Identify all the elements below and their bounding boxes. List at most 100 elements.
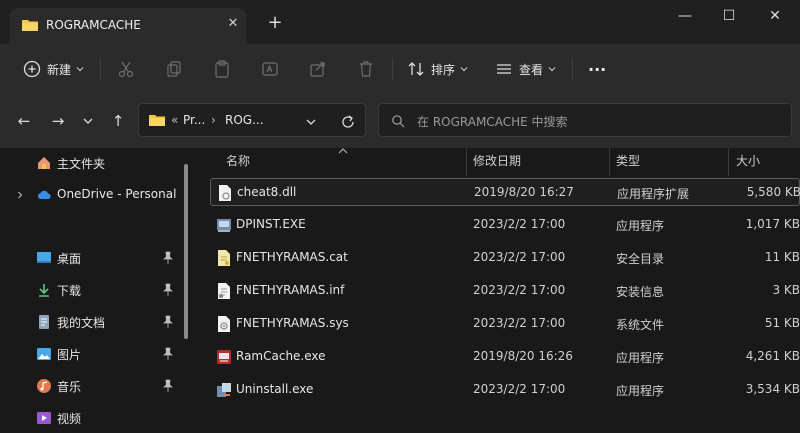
cloud-icon [37, 190, 51, 199]
close-window-button[interactable]: ✕ [760, 6, 790, 26]
file-date: 2019/8/20 16:26 [473, 349, 573, 363]
minimize-button[interactable]: — [670, 6, 700, 26]
maximize-button[interactable]: ☐ [714, 6, 744, 26]
file-row[interactable]: FNETHYRAMAS.inf 2023/2/2 17:00 安装信息 3 KB [210, 277, 800, 305]
file-row[interactable]: cheat8.dll 2019/8/20 16:27 应用程序扩展 5,580 … [210, 178, 800, 206]
column-header-type[interactable]: 类型 [616, 152, 640, 169]
address-bar[interactable]: « Pr... › ROG... [138, 103, 366, 137]
file-row[interactable]: DPINST.EXE 2023/2/2 17:00 应用程序 1,017 KB [210, 211, 800, 239]
file-size: 3 KB [772, 283, 800, 297]
back-arrow-icon[interactable]: ← [14, 111, 34, 131]
pin-icon[interactable] [162, 315, 174, 329]
new-tab-button[interactable]: + [266, 14, 284, 32]
file-date: 2019/8/20 16:27 [474, 185, 574, 199]
search-icon [392, 115, 405, 128]
file-name: cheat8.dll [237, 185, 297, 199]
sidebar-item-label: 音乐 [57, 380, 82, 394]
sidebar-item-home[interactable]: 主文件夹 [0, 148, 180, 178]
search-input[interactable]: 在 ROGRAMCACHE 中搜索 [378, 103, 792, 137]
tab-close-button[interactable]: ✕ [224, 15, 242, 33]
document-icon [39, 315, 49, 329]
recent-chevron-icon[interactable] [82, 116, 94, 126]
sidebar-item-label: 桌面 [57, 252, 82, 266]
file-date: 2023/2/2 17:00 [473, 316, 566, 330]
pin-icon[interactable] [162, 379, 174, 393]
toolbar-divider [572, 58, 573, 80]
sidebar-item-label: 下载 [57, 284, 82, 298]
chevron-right-icon[interactable] [16, 191, 24, 199]
sidebar-scrollbar[interactable] [184, 164, 188, 339]
file-row[interactable]: Uninstall.exe 2023/2/2 17:00 应用程序 3,534 … [210, 376, 800, 404]
file-type: 安装信息 [616, 285, 665, 299]
file-type: 应用程序 [616, 219, 665, 233]
folder-icon [22, 20, 38, 31]
file-type: 系统文件 [616, 318, 665, 332]
file-type: 应用程序扩展 [617, 187, 690, 201]
sys-icon [218, 316, 230, 332]
column-header-date[interactable]: 修改日期 [473, 152, 521, 169]
file-size: 51 KB [764, 316, 800, 330]
command-bar: 新建 排序 查看 ··· [0, 44, 800, 94]
column-divider[interactable] [466, 148, 467, 176]
file-row[interactable]: FNETHYRAMAS.cat 2023/2/2 17:00 安全目录 11 K… [210, 244, 800, 272]
column-divider[interactable] [728, 148, 729, 176]
refresh-icon[interactable] [340, 114, 356, 130]
sidebar-item-desktop[interactable]: 桌面 [0, 243, 180, 273]
video-icon [37, 412, 51, 424]
sidebar-item-videos[interactable]: 视频 [0, 403, 180, 433]
file-list: 名称 修改日期 类型 大小 cheat8.dll 2019/8/20 16:27… [194, 148, 800, 419]
file-name: RamCache.exe [236, 349, 326, 363]
pin-icon[interactable] [162, 283, 174, 297]
file-row[interactable]: FNETHYRAMAS.sys 2023/2/2 17:00 系统文件 51 K… [210, 310, 800, 338]
file-size: 11 KB [764, 250, 800, 264]
chevron-down-icon[interactable] [305, 117, 317, 127]
column-header-size[interactable]: 大小 [736, 152, 760, 169]
pin-icon[interactable] [162, 347, 174, 361]
sidebar-item-music[interactable]: 音乐 [0, 371, 180, 401]
delete-icon[interactable] [356, 59, 376, 79]
view-button[interactable]: 查看 [494, 56, 556, 82]
breadcrumb-segment[interactable]: Pr... [183, 113, 205, 127]
sidebar-item-onedrive[interactable]: OneDrive - Personal [0, 180, 180, 210]
column-divider[interactable] [609, 148, 610, 176]
sort-button[interactable]: 排序 [406, 56, 468, 82]
file-name: FNETHYRAMAS.sys [236, 316, 349, 330]
window-tab[interactable]: ROGRAMCACHE ✕ [10, 8, 246, 44]
column-header-name[interactable]: 名称 [226, 152, 250, 169]
copy-icon[interactable] [164, 59, 184, 79]
up-arrow-icon[interactable]: ↑ [108, 111, 128, 131]
cut-icon[interactable] [116, 59, 136, 79]
toolbar-divider [392, 58, 393, 80]
more-options-button[interactable]: ··· [588, 56, 606, 82]
address-overflow[interactable]: « [171, 113, 178, 127]
cat-icon [218, 250, 230, 266]
file-name: Uninstall.exe [236, 382, 314, 396]
sidebar-item-label: 图片 [57, 348, 82, 362]
file-date: 2023/2/2 17:00 [473, 382, 566, 396]
music-icon [37, 379, 51, 393]
ramcache-icon [217, 350, 231, 364]
view-list-icon [497, 64, 511, 74]
sidebar-item-pictures[interactable]: 图片 [0, 339, 180, 369]
sidebar-item-label: 我的文档 [57, 316, 106, 330]
sidebar-item-label: OneDrive - Personal [57, 187, 177, 201]
home-icon [38, 157, 50, 169]
sidebar-item-downloads[interactable]: 下载 [0, 275, 180, 305]
share-icon[interactable] [308, 59, 328, 79]
navigation-pane: 主文件夹 OneDrive - Personal 桌面 下载 我的文档 图片 音… [0, 148, 190, 426]
forward-arrow-icon[interactable]: → [48, 111, 68, 131]
file-row[interactable]: RamCache.exe 2019/8/20 16:26 应用程序 4,261 … [210, 343, 800, 371]
file-type: 安全目录 [616, 252, 665, 266]
rename-icon[interactable] [260, 59, 280, 79]
new-button[interactable]: 新建 [22, 56, 84, 82]
title-bar: ROGRAMCACHE ✕ + — ☐ ✕ [0, 0, 800, 44]
file-name: FNETHYRAMAS.inf [236, 283, 345, 297]
sidebar-item-documents[interactable]: 我的文档 [0, 307, 180, 337]
breadcrumb-segment[interactable]: ROG... [225, 113, 264, 127]
pin-icon[interactable] [162, 251, 174, 265]
paste-icon[interactable] [212, 59, 232, 79]
folder-icon [149, 115, 165, 126]
download-icon [39, 284, 49, 297]
breadcrumb-separator: › [211, 113, 216, 127]
sort-icon [408, 62, 424, 76]
